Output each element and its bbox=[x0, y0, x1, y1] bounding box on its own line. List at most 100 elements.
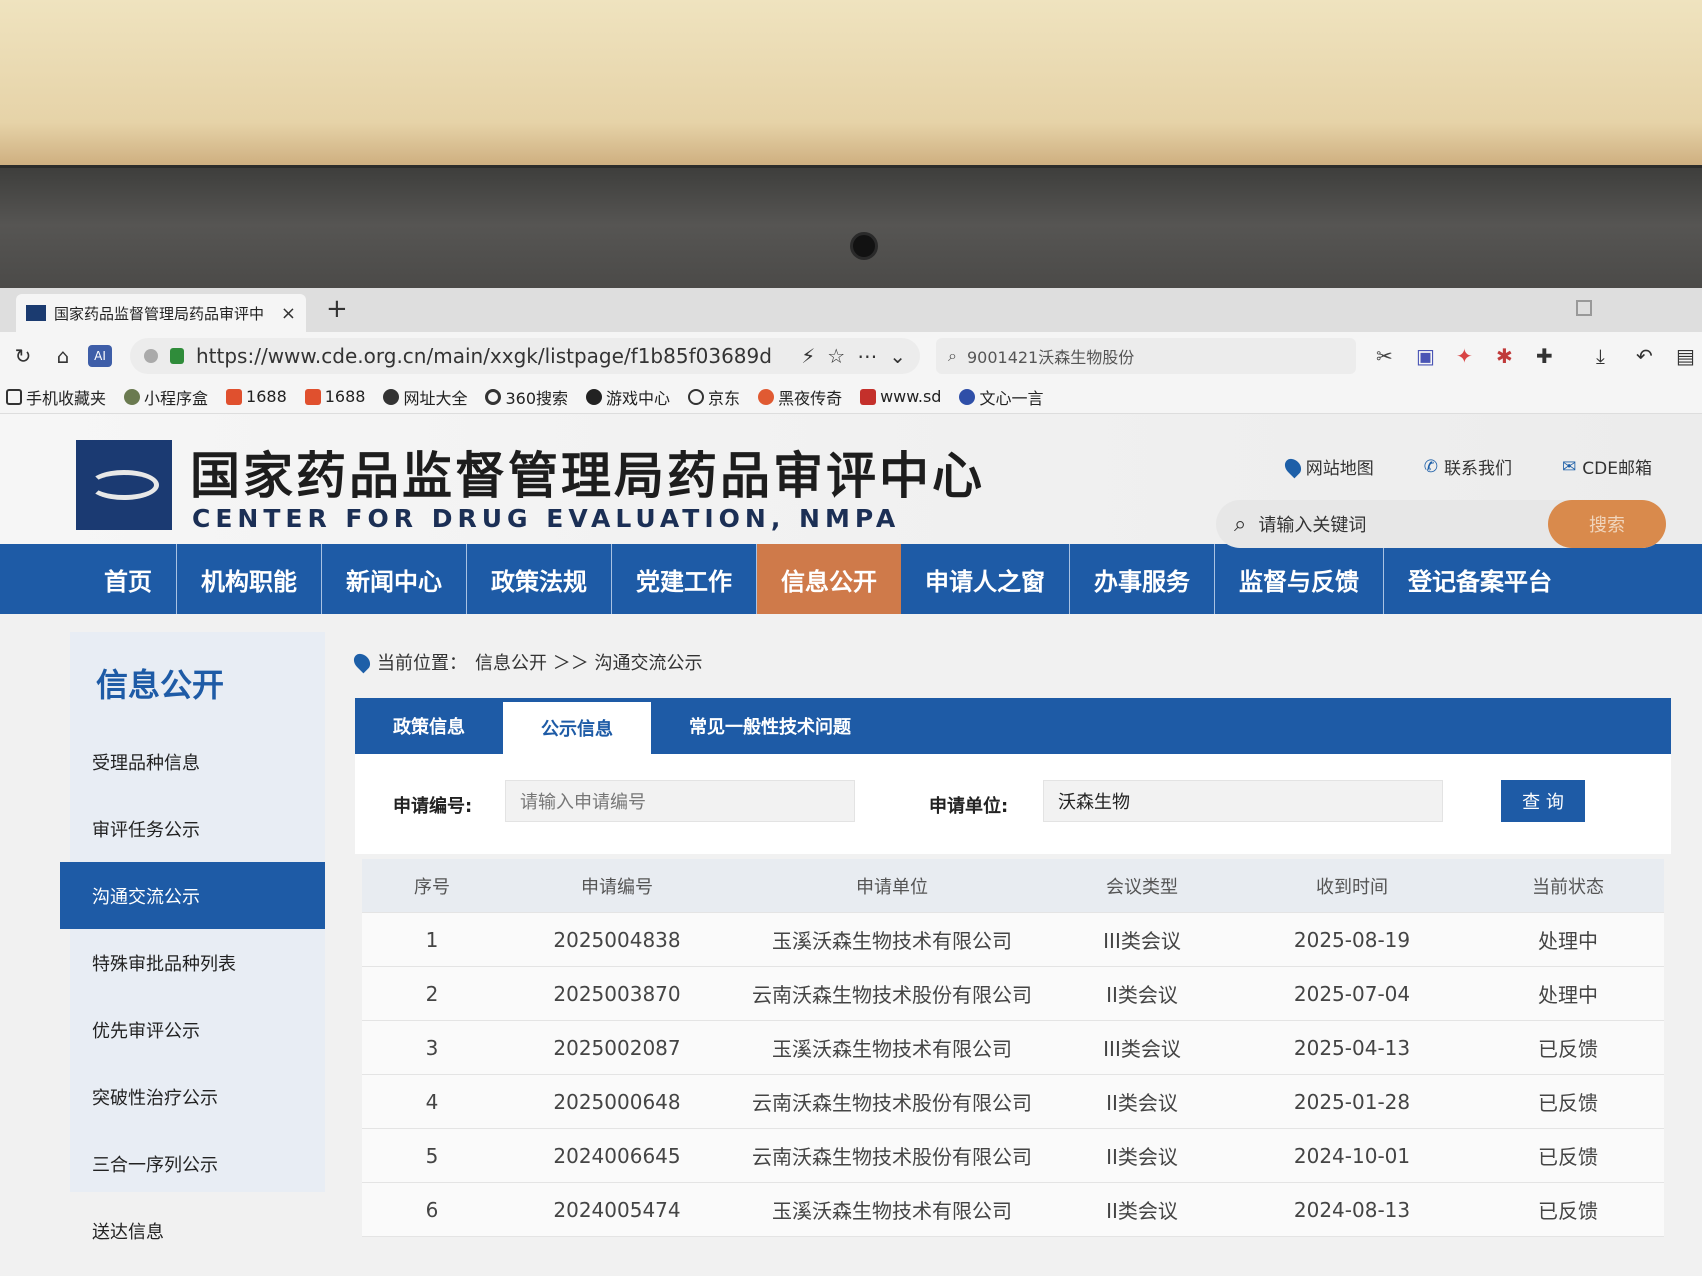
sidebar-item-delivery[interactable]: 送达信息 bbox=[70, 1197, 325, 1264]
browser-search-box[interactable]: ⌕ 9001421沃森生物股份 bbox=[936, 338, 1356, 374]
ai-icon[interactable]: AI bbox=[88, 345, 112, 367]
snowflake-extension-icon[interactable]: ✱ bbox=[1496, 344, 1513, 368]
chevron-down-icon[interactable]: ⌄ bbox=[889, 344, 906, 368]
table-header: 序号 申请编号 申请单位 会议类型 收到时间 当前状态 bbox=[362, 859, 1664, 913]
close-tab-icon[interactable]: × bbox=[281, 303, 296, 324]
cell-received: 2024-10-01 bbox=[1293, 1143, 1411, 1168]
sidebar-item-communication[interactable]: 沟通交流公示 bbox=[60, 862, 325, 929]
applicant-input[interactable]: 沃森生物 bbox=[1043, 780, 1443, 822]
more-icon[interactable]: ⋯ bbox=[857, 344, 877, 368]
bookmark-item[interactable]: www.sd bbox=[860, 387, 941, 406]
search-icon: ⌕ bbox=[1234, 511, 1247, 537]
nav-news[interactable]: 新闻中心 bbox=[322, 544, 467, 614]
cell-status: 处理中 bbox=[1538, 929, 1598, 953]
browser-tab[interactable]: 国家药品监督管理局药品审评中 × bbox=[16, 294, 306, 332]
applicant-label: 申请单位: bbox=[929, 796, 1009, 817]
cde-mail-link[interactable]: ✉ CDE邮箱 bbox=[1562, 454, 1652, 480]
bookmark-item[interactable]: 360搜索 bbox=[485, 385, 568, 409]
bookmark-item[interactable]: 京东 bbox=[688, 385, 740, 409]
mini-program-icon bbox=[124, 388, 141, 405]
query-button[interactable]: 查 询 bbox=[1501, 780, 1585, 822]
download-icon[interactable]: ⤓ bbox=[1596, 344, 1605, 368]
site-search-button[interactable]: 搜索 bbox=[1548, 500, 1666, 548]
tab-policy-info[interactable]: 政策信息 bbox=[355, 698, 503, 754]
breadcrumb-prefix: 当前位置： bbox=[377, 653, 467, 674]
cell-meeting-type: II类会议 bbox=[1106, 1199, 1178, 1223]
url-text[interactable]: https://www.cde.org.cn/main/xxgk/listpag… bbox=[196, 344, 789, 368]
new-tab-button[interactable]: + bbox=[326, 294, 348, 324]
nav-functions[interactable]: 机构职能 bbox=[177, 544, 322, 614]
tab-general-questions[interactable]: 常见一般性技术问题 bbox=[651, 698, 889, 754]
nav-applicant[interactable]: 申请人之窗 bbox=[901, 544, 1070, 614]
bookmark-item[interactable]: 小程序盒 bbox=[124, 385, 208, 409]
site-info-icon[interactable] bbox=[144, 349, 158, 363]
bookmark-item[interactable]: 文心一言 bbox=[959, 385, 1043, 409]
star-icon[interactable]: ☆ bbox=[827, 344, 845, 368]
bookmark-item[interactable]: 网址大全 bbox=[383, 385, 467, 409]
bookmark-item[interactable]: 游戏中心 bbox=[586, 385, 670, 409]
site-search-box[interactable]: ⌕ 请输入关键词 搜索 bbox=[1216, 500, 1666, 548]
cell-app-no: 2024006645 bbox=[553, 1143, 681, 1168]
nav-party[interactable]: 党建工作 bbox=[612, 544, 757, 614]
sidebar-item-three-in-one[interactable]: 三合一序列公示 bbox=[70, 1130, 325, 1197]
globe-icon bbox=[688, 388, 705, 405]
table-row[interactable]: 4 2025000648 云南沃森生物技术股份有限公司 II类会议 2025-0… bbox=[362, 1075, 1664, 1129]
lightning-icon[interactable]: ⚡ bbox=[801, 344, 815, 368]
table-row[interactable]: 5 2024006645 云南沃森生物技术股份有限公司 II类会议 2024-1… bbox=[362, 1129, 1664, 1183]
1688-icon bbox=[226, 388, 243, 405]
mail-icon: ✉ bbox=[1562, 456, 1577, 477]
search-icon: ⌕ bbox=[948, 346, 957, 365]
extension-icon[interactable]: ▣ bbox=[1416, 344, 1435, 368]
nav-policy[interactable]: 政策法规 bbox=[467, 544, 612, 614]
reload-icon[interactable]: ↻ bbox=[8, 341, 38, 371]
bookmark-item[interactable]: 黑夜传奇 bbox=[758, 385, 842, 409]
sidebar-item-accepted[interactable]: 受理品种信息 bbox=[70, 728, 325, 795]
undo-icon[interactable]: ↶ bbox=[1636, 344, 1653, 368]
cell-received: 2025-07-04 bbox=[1293, 981, 1411, 1006]
table-row[interactable]: 2 2025003870 云南沃森生物技术股份有限公司 II类会议 2025-0… bbox=[362, 967, 1664, 1021]
sidebar-item-special-approval[interactable]: 特殊审批品种列表 bbox=[70, 929, 325, 996]
puzzle-icon[interactable]: ✚ bbox=[1536, 344, 1553, 368]
nav-feedback[interactable]: 监督与反馈 bbox=[1215, 544, 1384, 614]
sidebar-item-priority-review[interactable]: 优先审评公示 bbox=[70, 996, 325, 1063]
browser-toolbar: ↻ ⌂ AI https://www.cde.org.cn/main/xxgk/… bbox=[0, 332, 1702, 380]
window-restore-icon[interactable] bbox=[1576, 300, 1592, 316]
briefcase-icon[interactable]: ▤ bbox=[1676, 344, 1695, 368]
home-icon[interactable]: ⌂ bbox=[48, 341, 78, 371]
cell-meeting-type: III类会议 bbox=[1103, 929, 1181, 953]
location-pin-icon bbox=[350, 650, 374, 674]
breadcrumb: 当前位置： 信息公开 ＞＞ 沟通交流公示 bbox=[350, 649, 702, 675]
table-row[interactable]: 1 2025004838 玉溪沃森生物技术有限公司 III类会议 2025-08… bbox=[362, 913, 1664, 967]
breadcrumb-path[interactable]: 信息公开 ＞＞ 沟通交流公示 bbox=[475, 649, 702, 675]
cde-logo[interactable] bbox=[76, 440, 172, 530]
nav-registration[interactable]: 登记备案平台 bbox=[1384, 544, 1576, 614]
cell-app-no: 2025004838 bbox=[553, 927, 681, 952]
address-bar[interactable]: https://www.cde.org.cn/main/xxgk/listpag… bbox=[130, 338, 920, 374]
legend-game-icon bbox=[758, 388, 775, 405]
browser-search-value: 9001421沃森生物股份 bbox=[966, 348, 1135, 367]
site-subtitle: CENTER FOR DRUG EVALUATION, NMPA bbox=[192, 504, 901, 533]
nav-info-disclosure[interactable]: 信息公开 bbox=[757, 544, 901, 614]
sitemap-link[interactable]: 网站地图 bbox=[1281, 454, 1374, 479]
bookmark-item[interactable]: 手机收藏夹 bbox=[6, 385, 106, 409]
nav-services[interactable]: 办事服务 bbox=[1070, 544, 1215, 614]
table-row[interactable]: 6 2024005474 玉溪沃森生物技术有限公司 II类会议 2024-08-… bbox=[362, 1183, 1664, 1237]
lock-icon[interactable] bbox=[170, 348, 184, 364]
cell-app-no: 2025000648 bbox=[553, 1089, 681, 1114]
nav-home[interactable]: 首页 bbox=[80, 544, 177, 614]
cell-meeting-type: II类会议 bbox=[1106, 1145, 1178, 1169]
paw-icon bbox=[959, 388, 976, 405]
app-no-input[interactable]: 请输入申请编号 bbox=[505, 780, 855, 822]
contact-link[interactable]: ✆ 联系我们 bbox=[1424, 454, 1512, 480]
game-extension-icon[interactable]: ✦ bbox=[1456, 344, 1473, 368]
bookmark-item[interactable]: 1688 bbox=[226, 387, 287, 406]
cell-index: 4 bbox=[425, 1089, 439, 1114]
table-row[interactable]: 3 2025002087 玉溪沃森生物技术有限公司 III类会议 2025-04… bbox=[362, 1021, 1664, 1075]
scissors-icon[interactable]: ✂ bbox=[1376, 344, 1393, 368]
site-search-input[interactable]: 请输入关键词 bbox=[1258, 511, 1366, 537]
cell-applicant: 云南沃森生物技术股份有限公司 bbox=[752, 983, 1032, 1007]
tab-public-info[interactable]: 公示信息 bbox=[503, 702, 651, 754]
bookmark-item[interactable]: 1688 bbox=[304, 387, 365, 406]
sidebar-item-breakthrough[interactable]: 突破性治疗公示 bbox=[70, 1063, 325, 1130]
sidebar-item-review-tasks[interactable]: 审评任务公示 bbox=[70, 795, 325, 862]
